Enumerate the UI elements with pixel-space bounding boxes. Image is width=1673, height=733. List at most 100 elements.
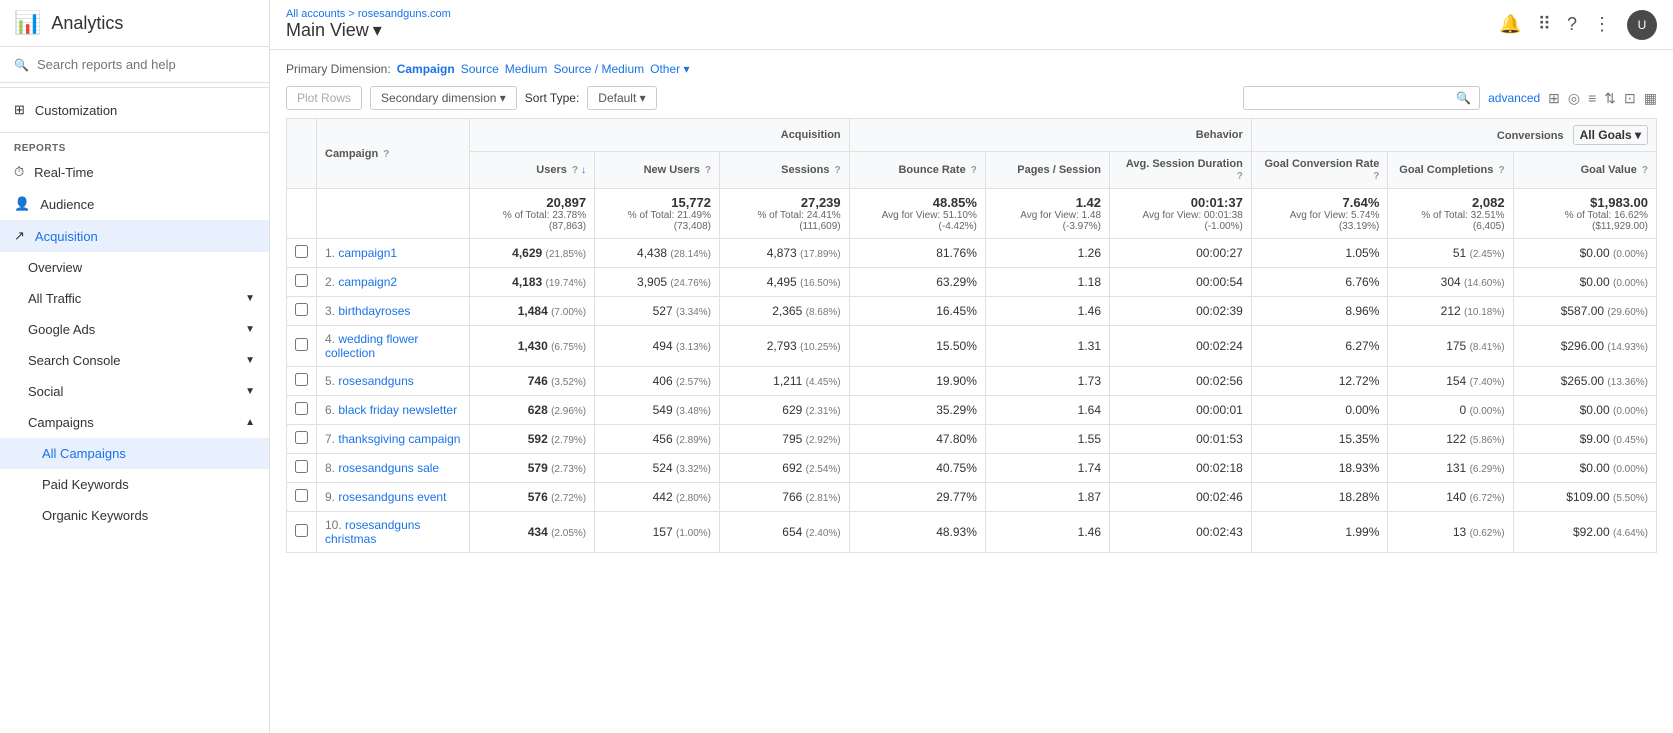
row-checkbox[interactable]	[287, 297, 317, 326]
dim-campaign[interactable]: Campaign	[397, 62, 455, 76]
row-checkbox[interactable]	[287, 326, 317, 367]
sidebar-item-all-traffic[interactable]: All Traffic ▼	[0, 283, 269, 314]
sidebar-item-audience[interactable]: 👤 Audience	[0, 188, 269, 220]
help-icon[interactable]: ?	[1642, 165, 1648, 176]
table-row: 7. thanksgiving campaign 592 (2.79%) 456…	[287, 425, 1657, 454]
sidebar-item-search-console[interactable]: Search Console ▼	[0, 345, 269, 376]
campaign-link[interactable]: rosesandguns sale	[338, 461, 439, 475]
advanced-link[interactable]: advanced	[1488, 91, 1540, 105]
table-search-input[interactable]	[1252, 91, 1452, 105]
sidebar-item-all-campaigns[interactable]: All Campaigns	[0, 438, 269, 469]
dim-other[interactable]: Other ▾	[650, 62, 689, 76]
row-campaign: 5. rosesandguns	[317, 367, 470, 396]
sessions-header[interactable]: Sessions ?	[720, 152, 850, 189]
sidebar-item-label: Campaigns	[28, 415, 94, 430]
row-avg-session: 00:01:53	[1110, 425, 1252, 454]
row-bounce-rate: 16.45%	[849, 297, 985, 326]
bar-view-icon[interactable]: ≡	[1588, 90, 1596, 106]
pages-session-header[interactable]: Pages / Session	[985, 152, 1109, 189]
acquisition-group-header: Acquisition	[470, 119, 849, 152]
users-header[interactable]: Users ? ↓	[470, 152, 595, 189]
sidebar-item-organic-keywords[interactable]: Organic Keywords	[0, 500, 269, 531]
row-checkbox[interactable]	[287, 512, 317, 553]
row-checkbox[interactable]	[287, 454, 317, 483]
help-icon[interactable]: ?	[1567, 14, 1577, 35]
new-users-header[interactable]: New Users ?	[595, 152, 720, 189]
row-checkbox[interactable]	[287, 367, 317, 396]
sidebar-item-acquisition[interactable]: ↗ Acquisition	[0, 220, 269, 252]
search-bar[interactable]: 🔍	[0, 47, 269, 83]
row-checkbox[interactable]	[287, 396, 317, 425]
row-pages-session: 1.46	[985, 297, 1109, 326]
table-icon[interactable]: ▦	[1644, 90, 1657, 107]
row-goal-value: $0.00 (0.00%)	[1513, 239, 1656, 268]
goal-value-header[interactable]: Goal Value ?	[1513, 152, 1656, 189]
notification-icon[interactable]: 🔔	[1499, 14, 1521, 35]
sidebar-item-paid-keywords[interactable]: Paid Keywords	[0, 469, 269, 500]
table-search-box[interactable]: 🔍	[1243, 86, 1480, 110]
campaign-link[interactable]: rosesandguns event	[338, 490, 446, 504]
row-checkbox[interactable]	[287, 425, 317, 454]
dim-medium[interactable]: Medium	[505, 62, 548, 76]
row-goal-completions: 131 (6.29%)	[1388, 454, 1513, 483]
help-icon[interactable]: ?	[971, 165, 977, 176]
row-pages-session: 1.74	[985, 454, 1109, 483]
sidebar-item-overview[interactable]: Overview	[0, 252, 269, 283]
row-goal-value: $9.00 (0.45%)	[1513, 425, 1656, 454]
help-icon[interactable]: ?	[1237, 171, 1243, 182]
row-bounce-rate: 47.80%	[849, 425, 985, 454]
help-icon[interactable]: ?	[383, 149, 389, 160]
pie-view-icon[interactable]: ◎	[1568, 90, 1580, 107]
row-pages-session: 1.18	[985, 268, 1109, 297]
totals-label	[317, 189, 470, 239]
campaign-link[interactable]: campaign2	[338, 275, 397, 289]
help-icon[interactable]: ?	[705, 165, 711, 176]
chevron-down-icon[interactable]: ▾	[373, 20, 382, 41]
campaign-link[interactable]: black friday newsletter	[338, 403, 457, 417]
pivot-icon[interactable]: ⊡	[1624, 90, 1636, 107]
campaign-link[interactable]: campaign1	[338, 246, 397, 260]
comparison-icon[interactable]: ⇅	[1604, 90, 1616, 107]
dim-source[interactable]: Source	[461, 62, 499, 76]
campaign-link[interactable]: birthdayroses	[338, 304, 410, 318]
sidebar-item-campaigns[interactable]: Campaigns ▲	[0, 407, 269, 438]
search-icon[interactable]: 🔍	[1456, 91, 1471, 105]
help-icon[interactable]: ?	[572, 165, 578, 176]
all-goals-dropdown[interactable]: All Goals ▾	[1573, 125, 1648, 145]
plot-rows-button[interactable]: Plot Rows	[286, 86, 362, 110]
grid-view-icon[interactable]: ⊞	[1548, 90, 1560, 107]
row-campaign: 6. black friday newsletter	[317, 396, 470, 425]
help-icon[interactable]: ?	[1373, 171, 1379, 182]
search-input[interactable]	[37, 57, 255, 72]
row-checkbox[interactable]	[287, 268, 317, 297]
row-checkbox[interactable]	[287, 483, 317, 512]
row-campaign: 9. rosesandguns event	[317, 483, 470, 512]
customization-item[interactable]: ⊞ Customization	[0, 92, 269, 128]
sort-type-button[interactable]: Default ▾	[587, 86, 656, 110]
row-goal-value: $92.00 (4.64%)	[1513, 512, 1656, 553]
help-icon[interactable]: ?	[1498, 165, 1504, 176]
sidebar-item-social[interactable]: Social ▼	[0, 376, 269, 407]
breadcrumb-domain[interactable]: rosesandguns.com	[358, 8, 451, 20]
help-icon[interactable]: ?	[835, 165, 841, 176]
more-icon[interactable]: ⋮	[1593, 14, 1611, 35]
avg-session-header[interactable]: Avg. Session Duration ?	[1110, 152, 1252, 189]
goal-completions-header[interactable]: Goal Completions ?	[1388, 152, 1513, 189]
secondary-dimension-button[interactable]: Secondary dimension ▾	[370, 86, 517, 110]
campaign-link[interactable]: thanksgiving campaign	[338, 432, 460, 446]
sidebar-item-label: Real-Time	[34, 165, 93, 180]
dim-source-medium[interactable]: Source / Medium	[553, 62, 644, 76]
goal-conv-rate-header[interactable]: Goal Conversion Rate ?	[1251, 152, 1388, 189]
row-users: 579 (2.73%)	[470, 454, 595, 483]
campaign-link[interactable]: rosesandguns	[338, 374, 413, 388]
apps-icon[interactable]: ⠿	[1538, 14, 1551, 35]
campaign-link[interactable]: wedding flower collection	[325, 332, 418, 360]
avatar[interactable]: U	[1627, 10, 1657, 40]
row-goal-conv-rate: 18.93%	[1251, 454, 1388, 483]
row-checkbox[interactable]	[287, 239, 317, 268]
sidebar-item-google-ads[interactable]: Google Ads ▼	[0, 314, 269, 345]
sidebar-item-realtime[interactable]: ⏱ Real-Time	[0, 156, 269, 188]
bounce-rate-header[interactable]: Bounce Rate ?	[849, 152, 985, 189]
row-sessions: 4,873 (17.89%)	[720, 239, 850, 268]
row-goal-value: $0.00 (0.00%)	[1513, 454, 1656, 483]
